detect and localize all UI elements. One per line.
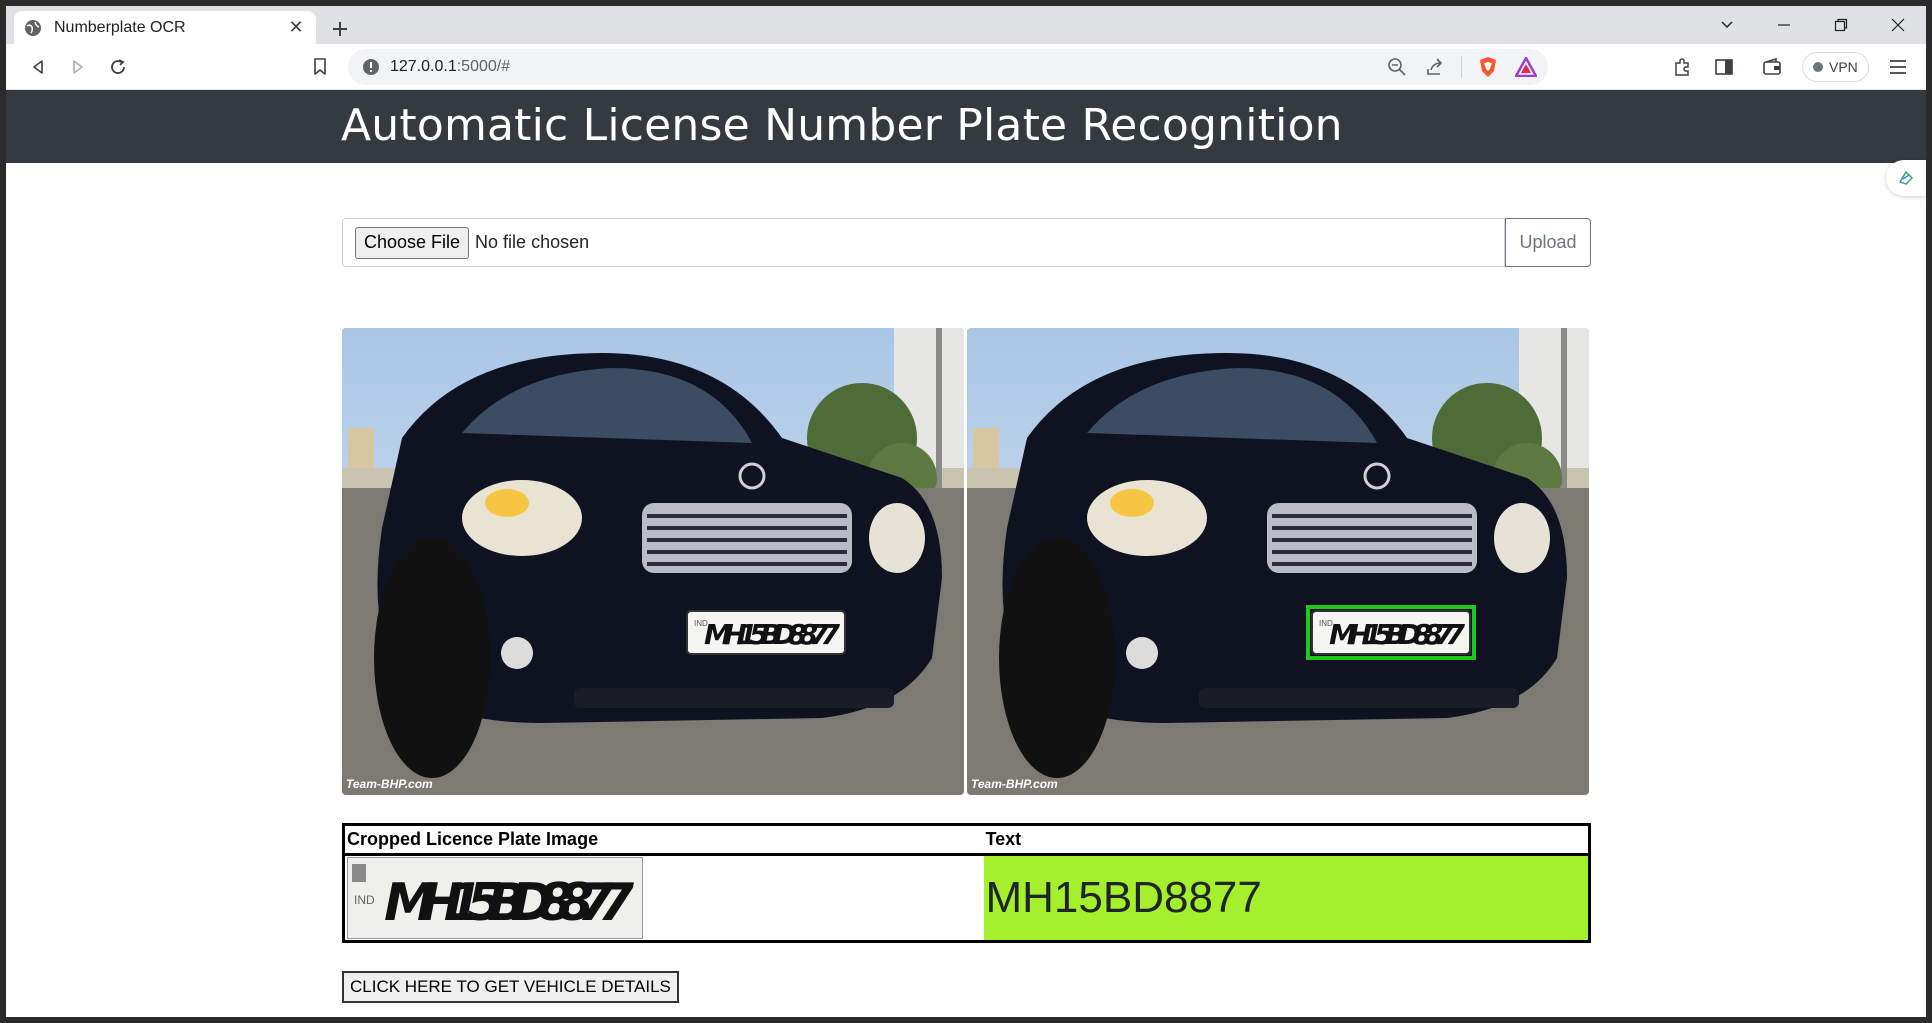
minimize-icon[interactable]	[1755, 6, 1812, 44]
upload-form: Choose File No file chosen Upload	[342, 218, 1591, 267]
browser-toolbar: 127.0.0.1:5000/# VPN	[6, 44, 1926, 90]
cropped-plate-cell: IND MH15BD8877	[344, 855, 984, 942]
detected-image-watermark: Team-BHP.com	[971, 777, 1058, 791]
vpn-button[interactable]: VPN	[1802, 52, 1869, 82]
close-window-icon[interactable]	[1869, 6, 1926, 44]
page-content: Automatic License Number Plate Recogniti…	[6, 90, 1926, 1017]
brave-rewards-icon[interactable]	[1514, 55, 1538, 79]
navbar: Automatic License Number Plate Recogniti…	[6, 90, 1926, 163]
recognized-plate-text: MH15BD8877	[985, 873, 1262, 922]
window-controls	[1698, 6, 1926, 44]
side-widget-icon[interactable]	[1886, 160, 1926, 196]
sidebar-icon[interactable]	[1710, 53, 1738, 81]
tab-search-icon[interactable]	[1698, 6, 1755, 44]
address-bar[interactable]: 127.0.0.1:5000/#	[348, 49, 1548, 85]
bookmark-icon[interactable]	[306, 53, 334, 81]
menu-icon[interactable]	[1884, 53, 1912, 81]
col-header-image: Cropped Licence Plate Image	[343, 824, 984, 856]
col-header-text: Text	[983, 824, 1590, 856]
upload-button[interactable]: Upload	[1505, 218, 1591, 267]
cropped-plate-country: IND	[354, 893, 375, 907]
page-title: Automatic License Number Plate Recogniti…	[341, 100, 1343, 151]
table-row: IND MH15BD8877 MH15BD8877	[344, 854, 1590, 942]
wallet-icon[interactable]	[1758, 53, 1786, 81]
table-header-row: Cropped Licence Plate Image Text	[343, 824, 1590, 856]
tab-strip: Numberplate OCR ✕	[6, 6, 1926, 44]
zoom-out-icon[interactable]	[1385, 55, 1409, 79]
vpn-label: VPN	[1829, 59, 1858, 75]
cropped-plate-image: IND MH15BD8877	[347, 857, 643, 939]
forward-icon[interactable]	[64, 53, 92, 81]
cropped-plate-text: MH15BD8877	[384, 873, 635, 933]
tab-numberplate-ocr[interactable]: Numberplate OCR ✕	[14, 11, 316, 44]
choose-file-button[interactable]: Choose File	[355, 226, 470, 259]
divider	[1461, 56, 1462, 78]
file-input[interactable]: Choose File No file chosen	[342, 218, 1505, 267]
image-watermark: Team-BHP.com	[346, 777, 433, 791]
reload-icon[interactable]	[104, 53, 132, 81]
globe-icon	[24, 19, 42, 37]
browser-window: Numberplate OCR ✕ 127.0.0.1:5000/# VPN A…	[6, 6, 1926, 1017]
original-car-image: IND MH15BD8877 Team-BHP.com	[342, 328, 964, 795]
site-info-icon[interactable]	[362, 58, 380, 76]
detected-car-image: IND MH15BD8877 Team-BHP.com	[967, 328, 1589, 795]
brave-shield-icon[interactable]	[1476, 55, 1500, 79]
tab-title: Numberplate OCR	[54, 18, 186, 36]
url-text: 127.0.0.1:5000/#	[390, 58, 511, 75]
share-icon[interactable]	[1423, 55, 1447, 79]
image-plate-text: MH15BD8877	[704, 618, 841, 651]
extensions-icon[interactable]	[1668, 53, 1696, 81]
plate-text-cell: MH15BD8877	[983, 854, 1590, 942]
get-vehicle-details-button[interactable]: CLICK HERE TO GET VEHICLE DETAILS	[342, 971, 679, 1003]
detected-plate-text: MH15BD8877	[1329, 618, 1466, 651]
back-icon[interactable]	[24, 53, 52, 81]
result-table: Cropped Licence Plate Image Text IND MH1…	[342, 823, 1591, 943]
file-status-text: No file chosen	[475, 232, 590, 252]
vpn-status-icon	[1813, 62, 1823, 72]
new-tab-icon[interactable]	[326, 15, 354, 43]
close-tab-icon[interactable]: ✕	[286, 17, 306, 38]
restore-icon[interactable]	[1812, 6, 1869, 44]
